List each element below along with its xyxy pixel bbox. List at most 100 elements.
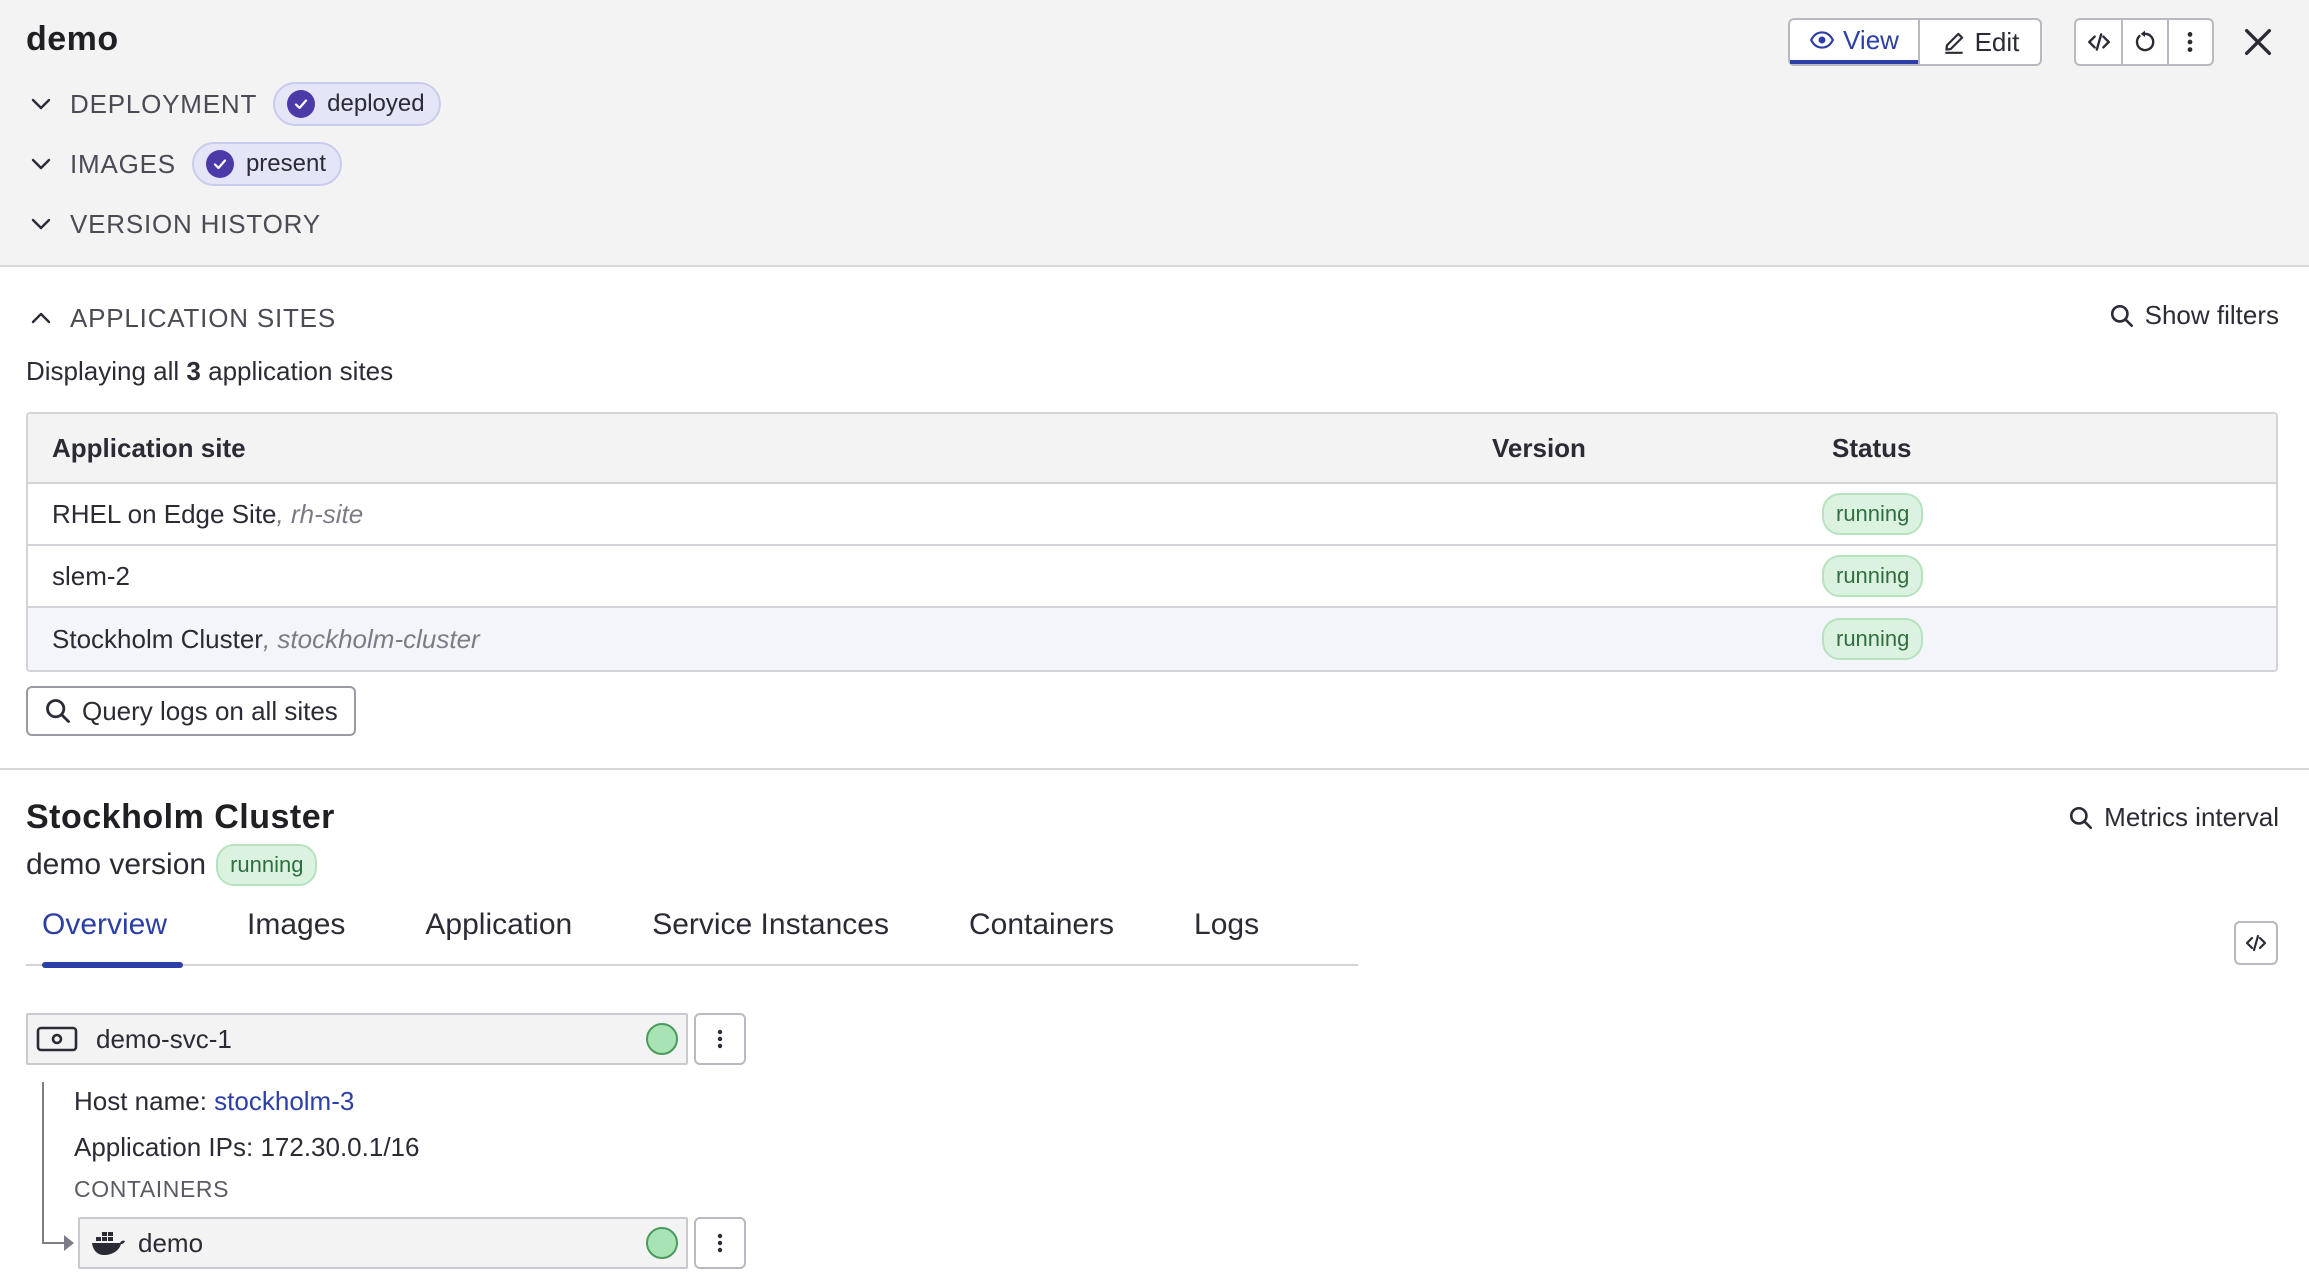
query-logs-label: Query logs on all sites	[82, 695, 338, 726]
images-status-text: present	[245, 150, 326, 177]
sites-count-suffix: application sites	[208, 356, 394, 386]
application-header-panel: demo DEPLOYMENT deployed IMAGES present …	[0, 0, 2309, 267]
site-alias: , rh-site	[276, 498, 364, 529]
chevron-down-icon	[26, 89, 56, 119]
search-icon	[2110, 304, 2133, 327]
query-logs-button[interactable]: Query logs on all sites	[26, 686, 356, 736]
application-sites-label: APPLICATION SITES	[70, 302, 336, 333]
pencil-icon	[1944, 32, 1963, 54]
close-button[interactable]	[2238, 22, 2278, 62]
site-status-cell: running	[1808, 555, 2276, 597]
host-name-label: Host name:	[74, 1086, 215, 1116]
images-label: IMAGES	[70, 148, 176, 179]
version-history-section-toggle[interactable]: VERSION HISTORY	[26, 202, 321, 246]
code-icon	[2245, 934, 2267, 952]
view-edit-toggle: View Edit	[1788, 18, 2042, 66]
code-icon	[2087, 33, 2110, 51]
status-indicator	[646, 1227, 678, 1259]
site-name: slem-2	[52, 560, 131, 591]
kebab-icon	[717, 1029, 723, 1049]
edit-button[interactable]: Edit	[1918, 20, 2040, 64]
site-name: Stockholm Cluster	[52, 623, 263, 654]
show-filters-button[interactable]: Show filters	[2109, 300, 2279, 331]
service-name: demo-svc-1	[96, 1023, 232, 1054]
tab-service-instances[interactable]: Service Instances	[636, 900, 905, 966]
page-title: demo	[26, 20, 119, 58]
chevron-up-icon	[26, 303, 56, 333]
status-badge: running	[216, 844, 318, 886]
column-header-version[interactable]: Version	[1468, 433, 1808, 464]
images-section-toggle[interactable]: IMAGES present	[26, 142, 342, 186]
service-instance-node[interactable]: demo-svc-1	[26, 1013, 688, 1065]
status-badge: running	[1822, 493, 1924, 535]
application-ips-label: Application IPs:	[74, 1132, 261, 1162]
column-header-application-site[interactable]: Application site	[28, 433, 1468, 464]
search-icon	[2070, 806, 2093, 829]
sites-count: 3	[186, 356, 201, 386]
table-row[interactable]: Stockholm Cluster, stockholm-cluster run…	[28, 608, 2276, 670]
docker-icon	[92, 1232, 125, 1255]
cluster-version-text: demo version	[26, 848, 207, 881]
tab-images[interactable]: Images	[231, 900, 361, 966]
site-status-cell: running	[1808, 493, 2276, 535]
tab-logs[interactable]: Logs	[1178, 900, 1275, 966]
chevron-down-icon	[26, 149, 56, 179]
application-sites-table: Application site Version Status RHEL on …	[26, 412, 2278, 672]
container-node[interactable]: demo	[78, 1217, 688, 1269]
metrics-interval-label: Metrics interval	[2104, 802, 2279, 832]
tab-containers[interactable]: Containers	[953, 900, 1130, 966]
cluster-subtitle: demo version running	[26, 844, 318, 886]
table-row[interactable]: slem-2 running	[28, 546, 2276, 608]
tab-overview[interactable]: Overview	[26, 900, 184, 968]
header-actions	[2074, 18, 2214, 66]
refresh-icon	[2135, 30, 2155, 52]
host-name-info: Host name: stockholm-3	[74, 1086, 354, 1117]
section-divider	[0, 768, 2309, 770]
tree-arrow-icon	[64, 1235, 74, 1251]
deployment-section-toggle[interactable]: DEPLOYMENT deployed	[26, 82, 441, 126]
status-badge: running	[1822, 618, 1924, 660]
close-icon	[2244, 28, 2272, 56]
service-icon	[36, 1026, 78, 1052]
host-name-link[interactable]: stockholm-3	[214, 1086, 354, 1116]
site-name-cell: slem-2	[28, 561, 1468, 592]
site-name-cell: Stockholm Cluster, stockholm-cluster	[28, 624, 1468, 655]
more-actions-button[interactable]	[2166, 20, 2212, 64]
table-row[interactable]: RHEL on Edge Site, rh-site running	[28, 484, 2276, 546]
metrics-interval-button[interactable]: Metrics interval	[2068, 802, 2279, 833]
cluster-tabs: Overview Images Application Service Inst…	[26, 900, 1358, 968]
code-view-button[interactable]	[2076, 20, 2121, 64]
view-button[interactable]: View	[1790, 20, 1918, 64]
tab-application[interactable]: Application	[409, 900, 588, 966]
container-actions-button[interactable]	[694, 1217, 746, 1269]
containers-heading: CONTAINERS	[74, 1176, 230, 1202]
code-view-button[interactable]	[2234, 921, 2278, 965]
table-header: Application site Version Status	[28, 414, 2276, 484]
deployment-status-text: deployed	[327, 90, 425, 117]
service-actions-button[interactable]	[694, 1013, 746, 1065]
container-name: demo	[138, 1227, 204, 1258]
site-status-cell: running	[1808, 618, 2276, 660]
edit-label: Edit	[1974, 26, 2020, 57]
application-sites-section-toggle[interactable]: APPLICATION SITES	[26, 296, 336, 340]
sites-count-prefix: Displaying all	[26, 356, 180, 386]
version-history-label: VERSION HISTORY	[70, 208, 321, 239]
search-icon	[46, 699, 70, 723]
column-header-status[interactable]: Status	[1808, 433, 2276, 464]
images-status-badge: present	[191, 142, 342, 186]
status-badge: running	[1822, 555, 1924, 597]
tree-connector-branch	[42, 1242, 66, 1244]
chevron-down-icon	[26, 209, 56, 239]
check-circle-icon	[287, 90, 316, 118]
eye-icon	[1810, 31, 1835, 49]
check-circle-icon	[205, 150, 234, 178]
refresh-button[interactable]	[2121, 20, 2166, 64]
application-ips-info: Application IPs: 172.30.0.1/16	[74, 1132, 419, 1163]
cluster-title: Stockholm Cluster	[26, 798, 335, 836]
site-name-cell: RHEL on Edge Site, rh-site	[28, 499, 1468, 530]
site-name: RHEL on Edge Site	[52, 498, 277, 529]
site-alias: , stockholm-cluster	[262, 623, 480, 654]
deployment-label: DEPLOYMENT	[70, 88, 258, 119]
sites-count-text: Displaying all 3 application sites	[26, 356, 393, 387]
kebab-icon	[2187, 32, 2193, 52]
